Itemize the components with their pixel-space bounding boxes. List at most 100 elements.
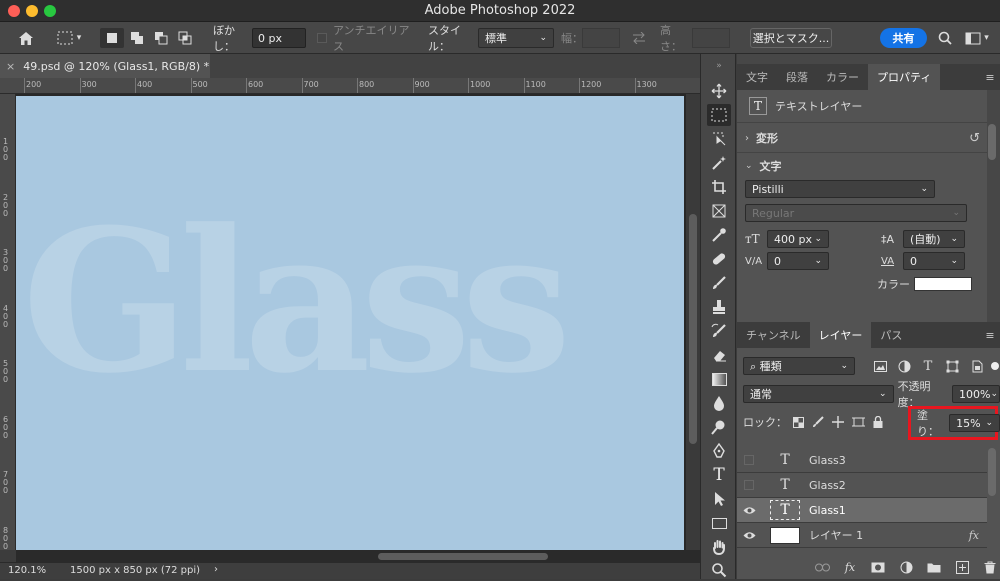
reset-icon[interactable]: ↺ <box>969 131 980 146</box>
eraser-tool-icon[interactable] <box>707 344 731 366</box>
layer-effects-icon[interactable]: fx <box>969 529 979 542</box>
hand-tool-icon[interactable] <box>707 536 731 558</box>
add-mask-icon[interactable] <box>869 558 887 576</box>
gradient-tool-icon[interactable] <box>707 368 731 390</box>
add-layer-style-icon[interactable]: fx <box>841 558 859 576</box>
link-layers-icon[interactable] <box>813 558 831 576</box>
magic-wand-tool-icon[interactable] <box>707 152 731 174</box>
lock-transparent-icon[interactable] <box>789 413 807 431</box>
opacity-select[interactable]: 100% ⌄ <box>952 385 1000 403</box>
layer-visibility-toggle[interactable] <box>737 480 761 490</box>
transform-section-header[interactable]: › 変形 ↺ <box>745 128 980 148</box>
vertical-scrollbar-thumb[interactable] <box>689 214 697 444</box>
lock-all-icon[interactable] <box>869 413 887 431</box>
new-layer-icon[interactable] <box>953 558 971 576</box>
swap-dimensions-icon[interactable] <box>628 28 650 48</box>
share-button[interactable]: 共有 <box>880 28 927 48</box>
layer-row[interactable]: T Glass2 <box>737 473 987 498</box>
filter-shape-icon[interactable] <box>943 357 961 375</box>
workspace-switcher-icon[interactable]: ▾ <box>962 28 992 48</box>
layer-visibility-toggle[interactable] <box>737 455 761 465</box>
move-tool-icon[interactable] <box>707 80 731 102</box>
feather-input[interactable]: 0 px <box>252 28 306 48</box>
select-and-mask-button[interactable]: 選択とマスク... <box>750 28 832 48</box>
tab-properties[interactable]: プロパティ <box>868 64 941 90</box>
tab-paragraph[interactable]: 段落 <box>777 64 817 90</box>
layer-row-selected[interactable]: T Glass1 <box>737 498 987 523</box>
object-selection-tool-icon[interactable] <box>707 128 731 150</box>
properties-scrollbar-thumb[interactable] <box>988 124 996 160</box>
blur-tool-icon[interactable] <box>707 392 731 414</box>
font-style-select[interactable]: Regular ⌄ <box>745 204 967 222</box>
new-group-icon[interactable] <box>925 558 943 576</box>
tracking-select[interactable]: 0 ⌄ <box>903 252 965 270</box>
type-tool-icon[interactable]: T <box>707 464 731 486</box>
rectangle-tool-icon[interactable] <box>707 512 731 534</box>
eye-icon[interactable] <box>737 531 761 540</box>
delete-layer-icon[interactable] <box>981 558 999 576</box>
filter-pixel-icon[interactable] <box>871 357 889 375</box>
filter-toggle-icon[interactable] <box>991 362 999 370</box>
lock-image-icon[interactable] <box>809 413 827 431</box>
new-adjustment-layer-icon[interactable] <box>897 558 915 576</box>
vertical-scrollbar[interactable] <box>686 94 700 550</box>
width-input[interactable] <box>582 28 620 48</box>
home-icon[interactable] <box>14 28 38 48</box>
marquee-tool-preset-picker[interactable]: ▾ <box>52 28 86 48</box>
font-size-select[interactable]: 400 px ⌄ <box>767 230 829 248</box>
layer-row[interactable]: T Glass3 <box>737 448 987 473</box>
text-color-swatch[interactable] <box>914 277 972 291</box>
clone-stamp-tool-icon[interactable] <box>707 296 731 318</box>
layers-scrollbar-thumb[interactable] <box>988 448 996 496</box>
search-icon[interactable] <box>935 28 955 48</box>
fill-select[interactable]: 15% ⌄ <box>949 414 1000 432</box>
panel-menu-icon[interactable]: ≡ <box>980 322 1000 348</box>
filter-smart-object-icon[interactable] <box>967 357 985 375</box>
tab-channels[interactable]: チャンネル <box>737 322 810 348</box>
brush-tool-icon[interactable] <box>707 272 731 294</box>
horizontal-scrollbar[interactable] <box>16 550 700 562</box>
filter-adjustment-icon[interactable] <box>895 357 913 375</box>
style-select[interactable]: 標準 ⌄ <box>478 28 554 48</box>
panel-menu-icon[interactable]: ≡ <box>980 64 1000 90</box>
eye-icon[interactable] <box>737 506 761 515</box>
filter-type-icon[interactable]: T <box>919 357 937 375</box>
layer-filter-select[interactable]: ⌕ 種類 ⌄ <box>743 357 855 375</box>
blend-mode-select[interactable]: 通常 ⌄ <box>743 385 894 403</box>
leading-select[interactable]: (自動) ⌄ <box>903 230 965 248</box>
height-input[interactable] <box>692 28 730 48</box>
document-canvas[interactable]: Glass <box>16 96 684 550</box>
history-brush-tool-icon[interactable] <box>707 320 731 342</box>
healing-brush-tool-icon[interactable] <box>707 248 731 270</box>
tab-paths[interactable]: パス <box>871 322 911 348</box>
pen-tool-icon[interactable] <box>707 440 731 462</box>
document-tab[interactable]: × 49.psd @ 120% (Glass1, RGB/8) * <box>0 54 210 78</box>
canvas-text-glass[interactable]: Glass <box>22 204 572 400</box>
dodge-tool-icon[interactable] <box>707 416 731 438</box>
tools-collapse-icon[interactable]: » <box>707 60 731 72</box>
path-selection-tool-icon[interactable] <box>707 488 731 510</box>
add-to-selection-icon[interactable] <box>126 28 148 48</box>
font-family-select[interactable]: Pistilli ⌄ <box>745 180 935 198</box>
kerning-select[interactable]: 0 ⌄ <box>767 252 829 270</box>
text-section-header[interactable]: ⌄ 文字 <box>745 156 782 176</box>
tab-layers[interactable]: レイヤー <box>809 322 872 348</box>
new-selection-icon[interactable] <box>100 28 124 48</box>
lock-position-icon[interactable] <box>829 413 847 431</box>
rectangular-marquee-tool-icon[interactable] <box>707 104 731 126</box>
zoom-level[interactable]: 120.1% <box>8 565 46 576</box>
frame-tool-icon[interactable] <box>707 200 731 222</box>
antialias-checkbox[interactable] <box>316 28 328 48</box>
subtract-from-selection-icon[interactable] <box>150 28 172 48</box>
crop-tool-icon[interactable] <box>707 176 731 198</box>
horizontal-scrollbar-thumb[interactable] <box>378 553 548 560</box>
zoom-tool-icon[interactable] <box>707 559 731 581</box>
eyedropper-tool-icon[interactable] <box>707 224 731 246</box>
layer-row[interactable]: レイヤー 1 fx <box>737 523 987 548</box>
status-menu-arrow[interactable]: › <box>214 564 218 575</box>
lock-artboard-icon[interactable] <box>849 413 867 431</box>
intersect-selection-icon[interactable] <box>174 28 196 48</box>
tab-color[interactable]: カラー <box>817 64 868 90</box>
close-tab-icon[interactable]: × <box>6 60 15 73</box>
tab-character[interactable]: 文字 <box>737 64 777 90</box>
